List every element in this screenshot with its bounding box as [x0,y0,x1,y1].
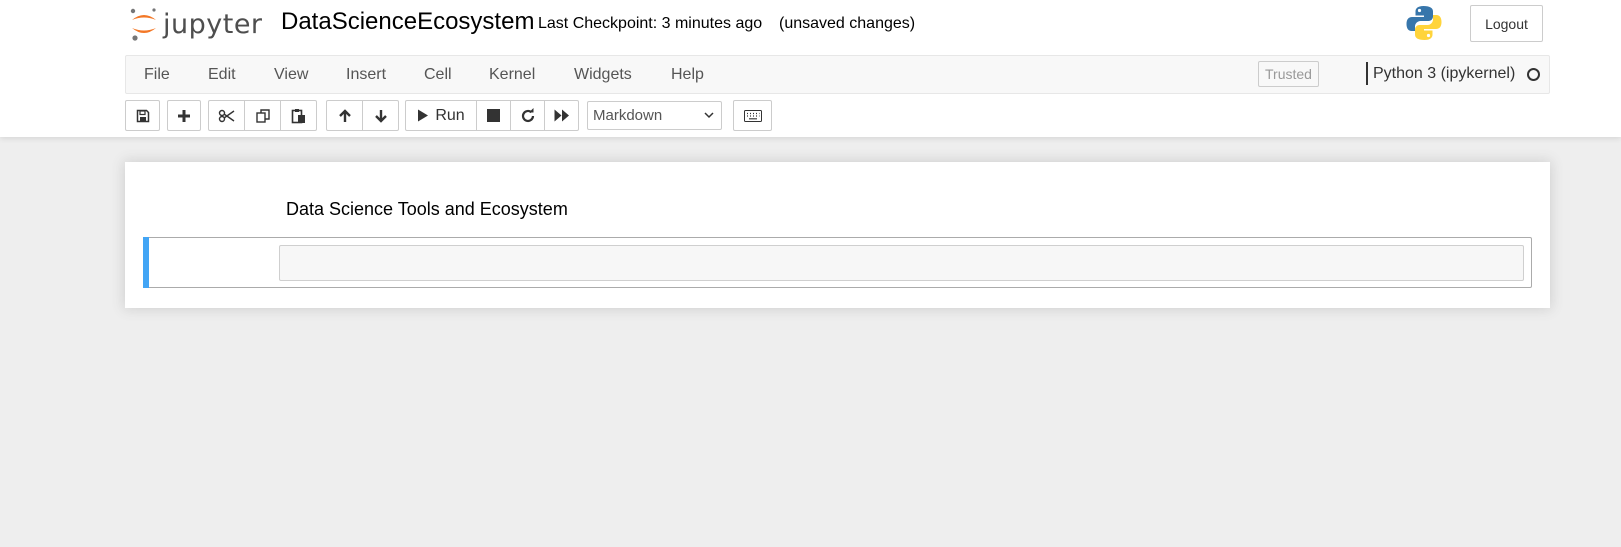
selected-cell-indicator [143,237,149,288]
play-icon [418,109,429,122]
trusted-indicator[interactable]: Trusted [1258,61,1319,87]
scissors-icon [218,109,234,122]
save-button[interactable] [125,100,160,131]
menu-widgets[interactable]: Widgets [574,66,632,84]
menu-cell[interactable]: Cell [424,66,452,84]
code-cell-input[interactable] [279,245,1524,281]
toolbar-save-group [125,100,160,131]
copy-button[interactable] [244,100,281,131]
restart-run-all-button[interactable] [544,100,579,131]
copy-icon [255,108,270,123]
chevron-down-icon [704,112,714,119]
notebook-container: Data Science Tools and Ecosystem [125,162,1550,308]
menubar: File Edit View Insert Cell Kernel Widget… [125,55,1550,94]
save-icon [136,109,149,122]
restart-icon [521,107,534,122]
code-cell[interactable] [143,237,1532,288]
cut-button[interactable] [208,100,245,131]
header: jupyter DataScienceEcosystem Last Checkp… [0,0,1621,137]
run-label: Run [435,106,465,124]
keyboard-icon [743,109,762,122]
toolbar-move-group [326,100,399,131]
stop-icon [487,109,500,122]
cell-type-value: Markdown [593,107,663,124]
markdown-cell-heading[interactable]: Data Science Tools and Ecosystem [286,199,568,220]
interrupt-button[interactable] [476,100,511,131]
run-button[interactable]: Run [405,100,477,131]
fast-forward-icon [554,109,569,122]
move-down-button[interactable] [362,100,399,131]
menu-help[interactable]: Help [671,66,704,84]
insert-cell-button[interactable] [167,100,201,131]
python-logo-icon [1406,6,1442,40]
toolbar-clipboard-group [208,100,317,131]
checkpoint-status: Last Checkpoint: 3 minutes ago [538,15,763,32]
menu-insert[interactable]: Insert [346,66,386,84]
arrow-up-icon [338,108,351,122]
kernel-idle-icon [1527,68,1540,81]
cell-type-select[interactable]: Markdown [587,101,722,130]
kernel-name[interactable]: Python 3 (ipykernel) [1373,65,1515,83]
notebook-name[interactable]: DataScienceEcosystem [281,8,534,36]
logout-button[interactable]: Logout [1470,5,1543,42]
paste-icon [291,108,305,123]
toolbar-run-group: Run [405,100,579,131]
command-palette-button[interactable] [733,100,772,131]
jupyter-logo-icon [130,8,156,41]
jupyter-logo[interactable]: jupyter [129,5,263,43]
menu-file[interactable]: File [144,66,170,84]
restart-button[interactable] [510,100,545,131]
menu-edit[interactable]: Edit [208,66,236,84]
toolbar-insert-group [167,100,201,131]
plus-icon [178,109,190,122]
paste-button[interactable] [280,100,317,131]
menu-kernel[interactable]: Kernel [489,66,535,84]
kernel-divider [1366,62,1368,85]
jupyter-wordmark: jupyter [163,8,263,40]
move-up-button[interactable] [326,100,363,131]
menu-view[interactable]: View [274,66,308,84]
save-status: (unsaved changes) [779,15,916,32]
arrow-down-icon [374,109,387,123]
toolbar-keyboard-group [733,100,772,131]
